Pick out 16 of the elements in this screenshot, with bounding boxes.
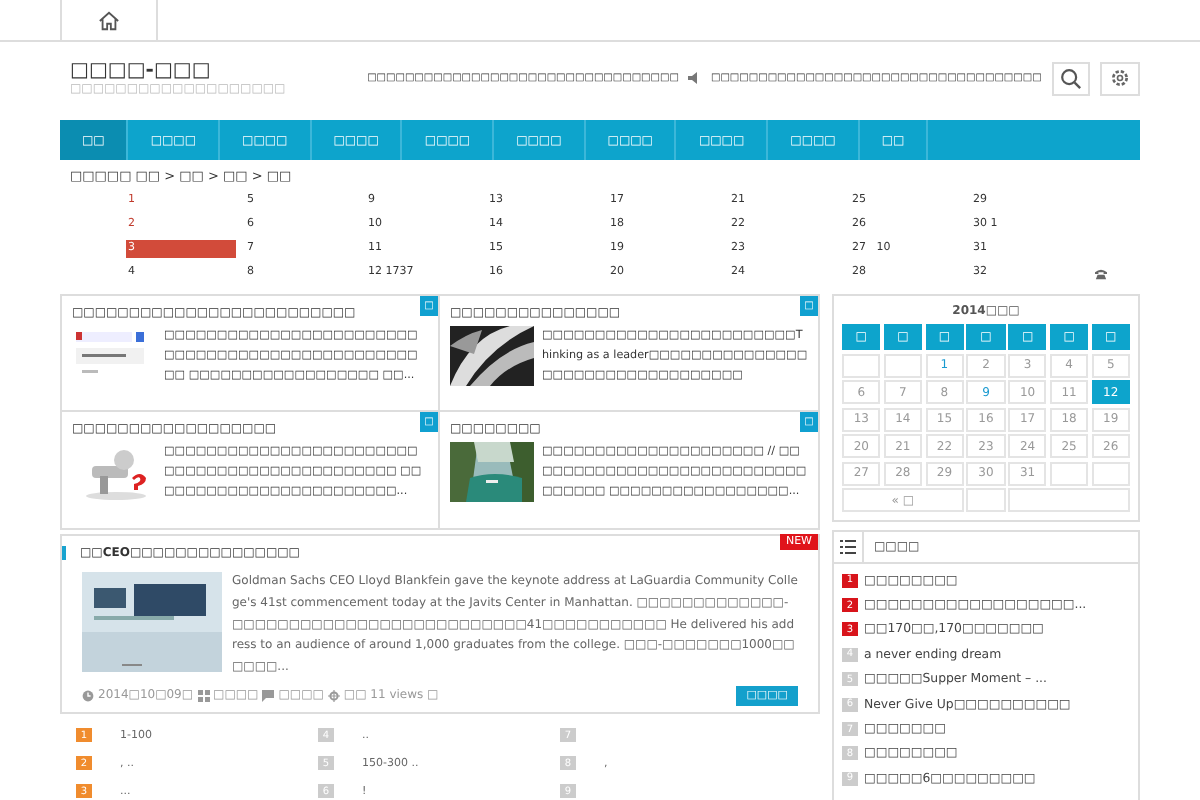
home-icon <box>98 9 120 31</box>
clock-icon <box>82 689 94 702</box>
settings-button[interactable] <box>1100 61 1141 95</box>
crosshair-icon <box>327 689 340 702</box>
calendar-cell <box>1008 488 1130 512</box>
search-button[interactable] <box>1051 61 1091 95</box>
phone-icon <box>1094 268 1108 280</box>
speaker-icon <box>688 72 701 84</box>
comment-icon <box>262 689 275 702</box>
search-icon <box>1060 67 1083 89</box>
settings-icon <box>1110 68 1131 88</box>
site-title[interactable]: □□□□-□□□ <box>70 60 364 82</box>
grid-icon <box>197 689 210 702</box>
calendar-cell <box>966 488 1006 512</box>
home-button[interactable] <box>60 0 158 40</box>
list-icon <box>840 540 856 554</box>
